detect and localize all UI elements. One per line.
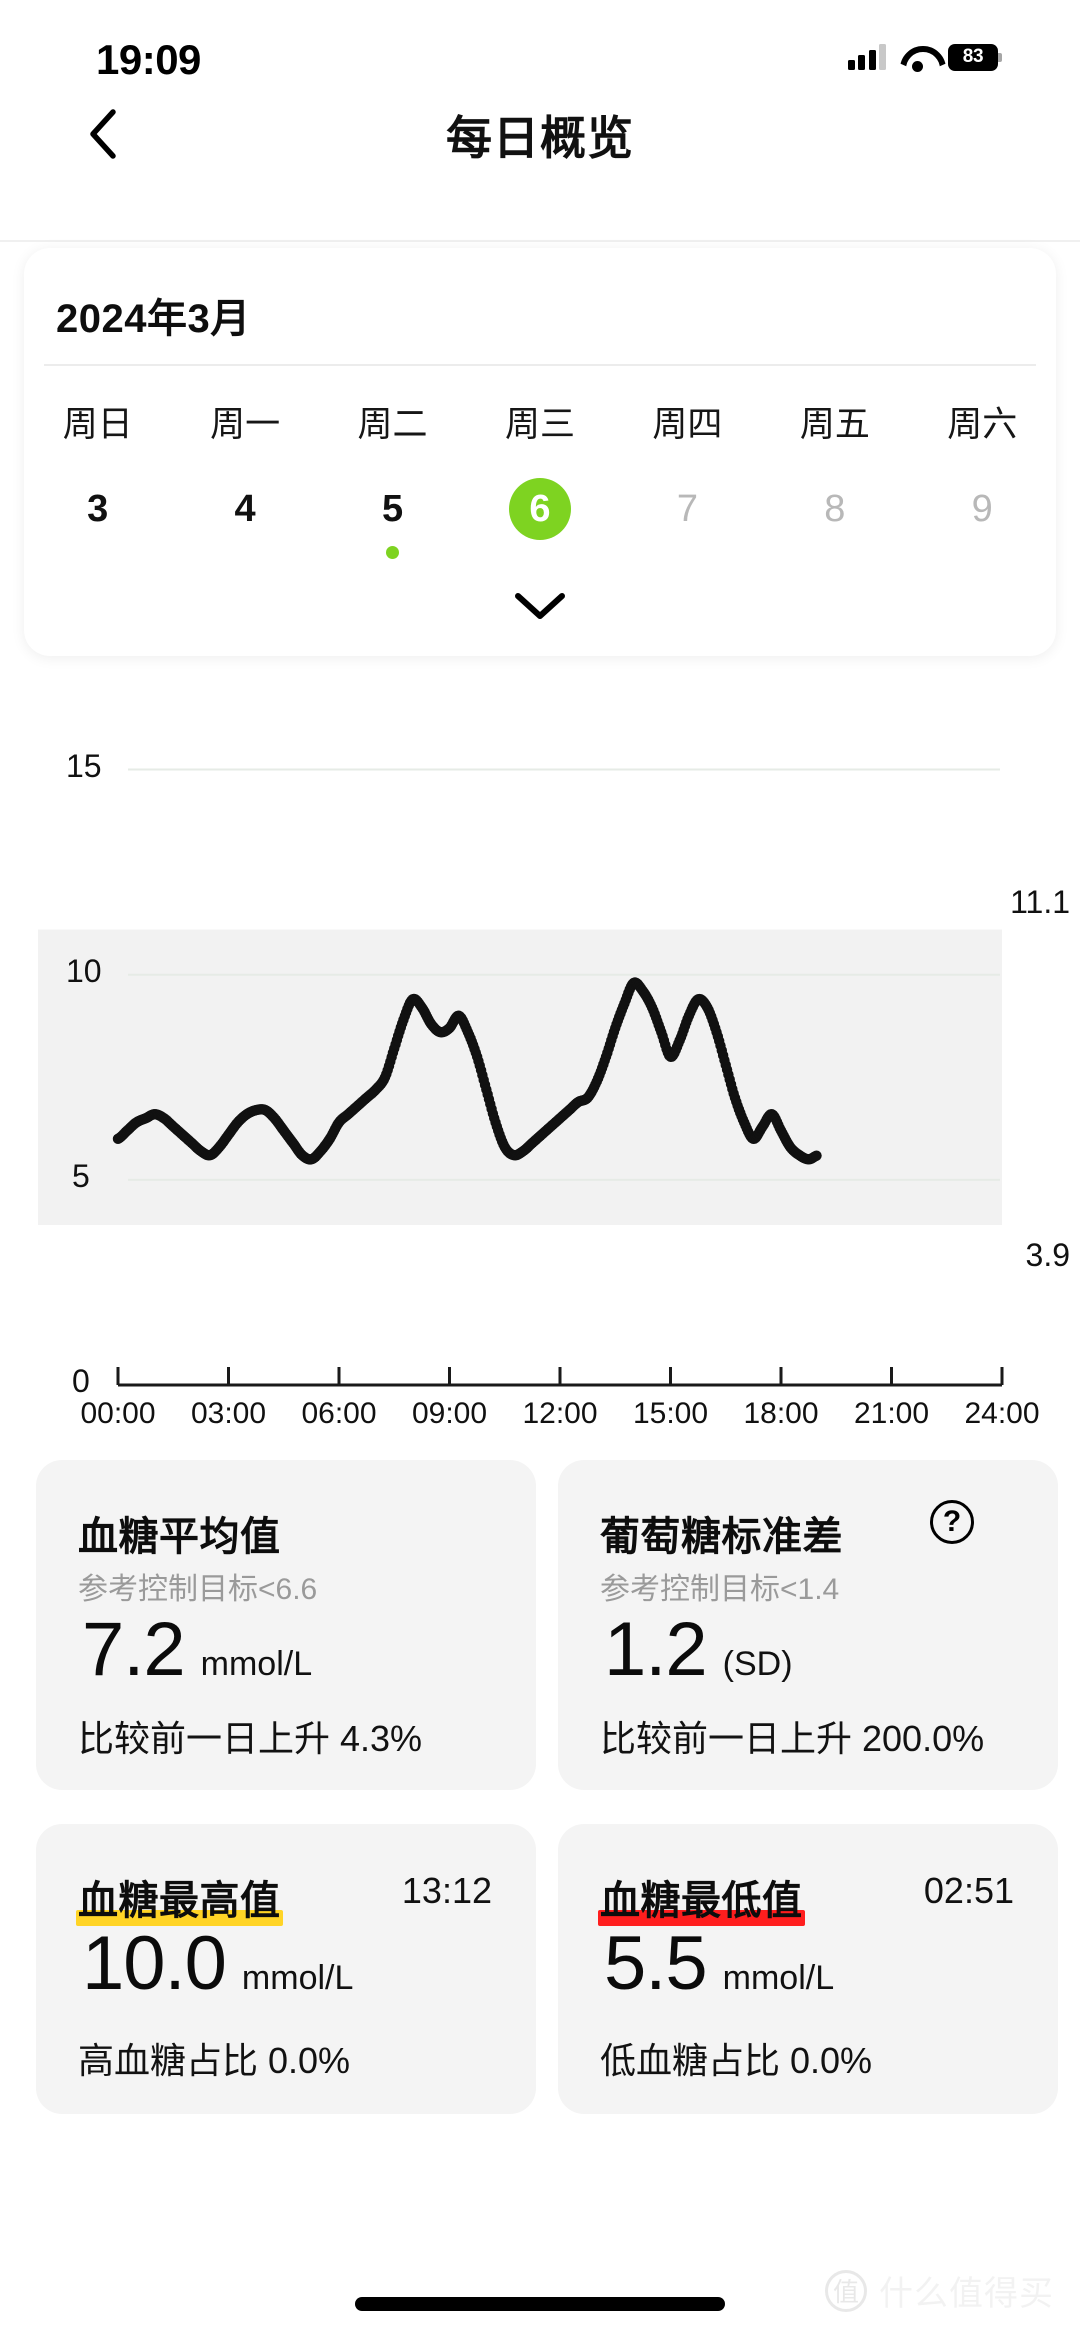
chevron-down-icon [515, 593, 565, 619]
stat-title: 血糖最低值 [598, 1868, 804, 1926]
stat-card-min-glucose[interactable]: 血糖最低值 02:51 5.5 mmol/L 低血糖占比 0.0% [558, 1824, 1058, 2114]
stat-value: 7.2 [82, 1607, 186, 1692]
calendar-day-number: 4 [234, 487, 256, 530]
cellular-signal-icon [847, 44, 886, 70]
stat-card-average-glucose[interactable]: 血糖平均值 参考控制目标<6.6 7.2 mmol/L 比较前一日上升 4.3% [36, 1460, 536, 1790]
calendar-day-number: 8 [824, 487, 846, 530]
stat-footer: 高血糖占比 0.0% [78, 2040, 351, 2081]
y-tick-10: 10 [66, 952, 102, 989]
help-icon[interactable]: ? [930, 1500, 974, 1544]
stat-value-row: 5.5 mmol/L [604, 1926, 834, 2002]
stat-time: 13:12 [401, 1870, 492, 1911]
target-range-low-label: 3.9 [1025, 1236, 1070, 1273]
stat-unit: mmol/L [241, 1959, 354, 1997]
calendar-day[interactable]: 5 [319, 478, 466, 574]
x-tick-label: 00:00 [80, 1397, 156, 1430]
stat-footer: 低血糖占比 0.0% [600, 2040, 873, 2081]
wifi-icon [900, 44, 934, 72]
calendar-day-number: 3 [87, 487, 109, 530]
calendar-day-number: 5 [381, 487, 404, 530]
weekday-wed: 周三 [504, 405, 575, 444]
home-indicator [355, 2297, 725, 2311]
calendar-expand-button[interactable] [24, 590, 1056, 622]
stat-value-row: 10.0 mmol/L [82, 1926, 353, 2002]
calendar-day-row: 3 4 5 6 7 8 9 [24, 478, 1056, 574]
calendar-day-number: 7 [676, 487, 698, 530]
stat-value-row: 1.2 (SD) [604, 1612, 793, 1688]
nav-divider [0, 240, 1080, 242]
battery-level: 83 [962, 46, 984, 67]
calendar-card: 2024年3月 周日 周一 周二 周三 周四 周五 周六 3 4 5 6 7 8… [24, 248, 1056, 656]
calendar-day[interactable]: 7 [614, 478, 761, 574]
y-tick-15: 15 [66, 747, 102, 784]
status-bar-indicators: 83 [847, 36, 1002, 78]
y-tick-5: 5 [72, 1157, 90, 1194]
x-tick-label: 03:00 [190, 1397, 267, 1430]
x-tick-label: 06:00 [301, 1397, 377, 1430]
stat-footer: 比较前一日上升 4.3% [78, 1718, 423, 1759]
stat-unit: mmol/L [200, 1645, 313, 1683]
watermark-logo: 值 [825, 2269, 867, 2312]
stat-card-max-glucose[interactable]: 血糖最高值 13:12 10.0 mmol/L 高血糖占比 0.0% [36, 1824, 536, 2114]
help-icon-glyph: ? [942, 1505, 962, 1538]
watermark: 值 什么值得买 [825, 2266, 1054, 2315]
stat-card-glucose-sd[interactable]: 葡萄糖标准差 ? 参考控制目标<1.4 1.2 (SD) 比较前一日上升 200… [558, 1460, 1058, 1790]
glucose-chart-svg [38, 768, 1004, 1387]
x-tick-label: 24:00 [964, 1397, 1040, 1430]
chevron-left-icon [90, 109, 116, 159]
glucose-chart[interactable]: 15 10 5 0 11.1 3.9 00:00 03:00 06:00 09:00 1… [0, 660, 1080, 1430]
weekday-thu: 周四 [652, 405, 723, 444]
calendar-month-label: 2024年3月 [56, 297, 251, 341]
watermark-text: 什么值得买 [879, 2275, 1054, 2313]
y-tick-0: 0 [72, 1363, 90, 1399]
stat-subtitle: 参考控制目标<6.6 [78, 1573, 318, 1606]
stat-title-text: 血糖最高值 [76, 1868, 282, 1926]
back-button[interactable] [72, 102, 132, 166]
stat-value: 10.0 [82, 1921, 227, 2006]
calendar-day-number: 9 [971, 487, 993, 530]
x-tick-label: 18:00 [743, 1397, 819, 1430]
calendar-day-dot [386, 546, 400, 559]
status-bar: 19:09 83 [0, 0, 1080, 92]
x-tick-label: 09:00 [411, 1397, 488, 1430]
stat-unit: (SD) [722, 1645, 793, 1683]
stat-subtitle: 参考控制目标<1.4 [600, 1573, 840, 1606]
target-range-high-label: 11.1 [1010, 883, 1070, 920]
stat-title-text: 血糖最低值 [598, 1868, 804, 1926]
x-tick-label: 21:00 [853, 1397, 930, 1430]
stat-time: 02:51 [923, 1870, 1014, 1911]
weekday-sun: 周日 [62, 405, 133, 444]
stat-value: 1.2 [604, 1607, 708, 1692]
weekday-fri: 周五 [799, 405, 870, 444]
calendar-day-selected[interactable]: 6 [466, 478, 613, 574]
x-tick-label: 12:00 [522, 1397, 598, 1430]
calendar-day-number: 6 [508, 478, 571, 540]
calendar-day[interactable]: 9 [909, 478, 1056, 574]
calendar-divider [44, 364, 1036, 366]
calendar-day[interactable]: 4 [171, 478, 318, 574]
navigation-bar: 每日概览 [0, 92, 1080, 178]
x-tick-label: 15:00 [632, 1397, 709, 1430]
app-screen: 19:09 83 每日概览 2024年3月 周日 周一 周二 周三 周四 周五 … [0, 0, 1080, 2337]
battery-icon: 83 [948, 43, 1002, 71]
weekday-sat: 周六 [947, 405, 1018, 444]
calendar-day[interactable]: 3 [24, 478, 171, 574]
status-bar-clock: 19:09 [96, 36, 201, 83]
stat-title: 血糖最高值 [76, 1868, 282, 1926]
weekday-mon: 周一 [210, 405, 281, 444]
stat-unit: mmol/L [722, 1959, 835, 1997]
stat-value: 5.5 [604, 1921, 708, 2006]
weekday-tue: 周二 [357, 405, 428, 444]
stat-value-row: 7.2 mmol/L [82, 1612, 312, 1688]
page-title: 每日概览 [446, 112, 634, 164]
stat-footer: 比较前一日上升 200.0% [600, 1718, 985, 1759]
stat-title: 血糖平均值 [78, 1515, 281, 1559]
calendar-weekday-row: 周日 周一 周二 周三 周四 周五 周六 [24, 396, 1056, 447]
stat-title: 葡萄糖标准差 [600, 1515, 843, 1559]
calendar-day[interactable]: 8 [761, 478, 908, 574]
